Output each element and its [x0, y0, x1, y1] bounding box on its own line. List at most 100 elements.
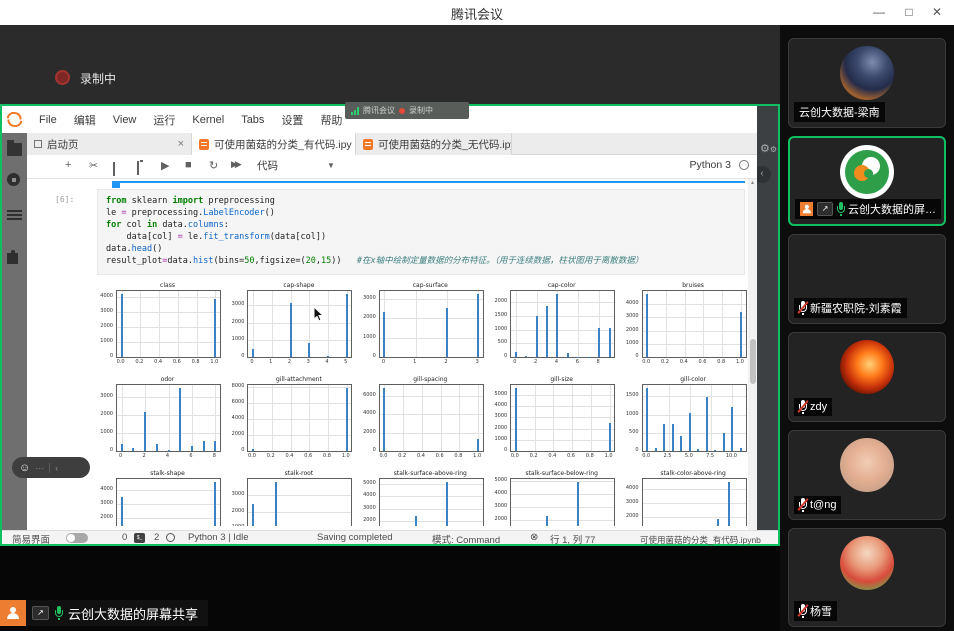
jupyter-tabbar: 启动页 × 可使用菌菇的分类_有代码.ipy × 可使用菌菇的分类_无代码.ip… [27, 133, 757, 155]
terminal-count[interactable]: 0 [122, 532, 127, 543]
x-tick-label: 3 [469, 359, 485, 365]
x-tick-label: 0.8 [319, 453, 335, 459]
table-of-contents-icon[interactable] [7, 210, 22, 212]
collapse-icon[interactable]: ‹ [55, 463, 58, 473]
run-icon[interactable]: ▶ [161, 159, 169, 172]
mic-muted-icon [799, 301, 806, 315]
x-tick-label: 0.0 [638, 453, 654, 459]
maximize-button[interactable]: □ [896, 3, 922, 22]
x-tick-label: 8 [590, 359, 606, 365]
histogram-bar [168, 450, 170, 451]
add-cell-icon[interactable]: + [65, 159, 71, 171]
menu-edit[interactable]: 编辑 [74, 112, 96, 128]
participant-tile[interactable]: 云创大数据-梁南 [788, 38, 946, 128]
running-kernels-icon[interactable] [7, 173, 20, 186]
x-tick-label: 6 [569, 359, 585, 365]
participant-tile-active-speaker[interactable]: ↗ 云创大数据的屏… [788, 136, 946, 226]
tab-launcher[interactable]: 启动页 × [27, 133, 192, 155]
restart-kernel-icon[interactable]: ↻ [209, 159, 218, 172]
menu-run[interactable]: 运行 [153, 112, 175, 128]
notebook-content: [6]: from sklearn import preprocessingle… [27, 179, 757, 530]
menu-settings[interactable]: 设置 [281, 112, 303, 128]
y-tick-label: 1500 [618, 392, 639, 398]
scroll-up-icon[interactable]: ▴ [748, 179, 757, 186]
y-tick-label: 0 [486, 353, 507, 359]
participant-tile[interactable]: zdy [788, 332, 946, 422]
menu-kernel[interactable]: Kernel [192, 114, 224, 126]
y-tick-label: 1000 [92, 338, 113, 344]
kernel-status-icon[interactable] [739, 160, 749, 170]
recording-indicator: 录制中 [55, 70, 116, 86]
close-button[interactable]: ✕ [924, 3, 950, 22]
statusbar-filename: 可使用菌菇的分类_有代码.ipynb [640, 534, 776, 546]
kernel-status-text[interactable]: Python 3 | Idle [188, 532, 249, 543]
chart-plot [247, 384, 352, 452]
y-tick-label: 4000 [618, 485, 639, 491]
histogram-bar [546, 306, 548, 357]
histogram-bar [156, 444, 158, 451]
y-tick-label: 3000 [92, 308, 113, 314]
participant-tile[interactable]: 杨雪 [788, 528, 946, 627]
y-tick-label: 2000 [223, 508, 244, 514]
emoji-bubble-text: ··· [35, 463, 44, 473]
y-tick-label: 2000 [486, 425, 507, 431]
participant-tile[interactable]: 新疆农职院-刘素霞 [788, 234, 946, 324]
histogram-bar [663, 424, 665, 451]
float-bar-app-label: 腾讯会议 [363, 105, 395, 116]
histogram-bar [556, 294, 558, 357]
copy-icon[interactable] [113, 163, 115, 175]
x-tick-label: 0.0 [375, 453, 391, 459]
tab-label: 启动页 [47, 137, 171, 152]
tab-notebook-no-code[interactable]: 可使用菌菇的分类_无代码.ipy × [356, 133, 512, 155]
chevron-down-icon: ▼ [327, 161, 335, 170]
kernel-count[interactable]: 2 [154, 532, 159, 543]
cell-type-dropdown[interactable]: 代码 [257, 158, 278, 173]
command-mode-label[interactable]: 模式: Command [432, 532, 500, 546]
kernel-name[interactable]: Python 3 [690, 159, 731, 171]
x-tick-label: 1.0 [732, 359, 748, 365]
x-tick-label: 0 [244, 359, 260, 365]
x-tick-label: 0 [375, 359, 391, 365]
simple-ui-toggle[interactable] [66, 533, 88, 543]
file-browser-icon[interactable] [7, 143, 22, 156]
cursor-position[interactable]: 行 1, 列 77 [550, 532, 595, 546]
menu-tabs[interactable]: Tabs [241, 114, 264, 126]
menu-help[interactable]: 帮助 [320, 112, 342, 128]
scrollbar-thumb[interactable] [750, 339, 756, 384]
menu-file[interactable]: File [39, 114, 57, 126]
code-editor[interactable]: from sklearn import preprocessingle = pr… [97, 189, 745, 275]
x-tick-label: 0.4 [150, 359, 166, 365]
participant-tile[interactable]: t@ng [788, 430, 946, 520]
stop-icon[interactable]: ■ [185, 159, 192, 171]
histogram-bar [346, 388, 348, 451]
extensions-icon[interactable] [7, 253, 18, 264]
x-tick-label: 0 [113, 453, 129, 459]
menu-view[interactable]: View [113, 114, 137, 126]
y-tick-label: 4000 [486, 490, 507, 496]
chart-plot [510, 478, 615, 526]
restart-run-all-icon[interactable]: ▶▶ [231, 159, 239, 170]
y-tick-label: 3000 [355, 505, 376, 511]
meeting-float-bar[interactable]: 腾讯会议 录制中 [345, 102, 469, 119]
gear-icon[interactable]: ⚙⚙ [760, 142, 777, 155]
record-dot-icon [399, 108, 405, 114]
x-tick-label: 6 [183, 453, 199, 459]
paste-icon[interactable] [137, 162, 139, 174]
histogram-bar [477, 294, 479, 357]
y-tick-label: 3000 [486, 413, 507, 419]
minimize-button[interactable]: — [866, 3, 892, 22]
notebook-scrollbar[interactable]: ▴ [748, 179, 757, 530]
avatar [840, 340, 894, 394]
y-tick-label: 1000 [486, 326, 507, 332]
y-tick-label: 3000 [618, 499, 639, 505]
notebook-icon [199, 139, 209, 150]
cut-icon[interactable]: ✂ [89, 159, 98, 172]
mic-muted-icon [799, 498, 806, 512]
tab-close-icon[interactable]: × [178, 138, 184, 150]
emoji-bubble[interactable]: ☺ ··· ‹ [12, 457, 90, 478]
histogram-bar [723, 433, 725, 451]
tab-notebook-with-code[interactable]: 可使用菌菇的分类_有代码.ipy × [192, 133, 356, 155]
cell-collapser[interactable] [112, 181, 120, 188]
x-tick-label: 0.0 [507, 453, 523, 459]
mouse-cursor [313, 306, 325, 323]
